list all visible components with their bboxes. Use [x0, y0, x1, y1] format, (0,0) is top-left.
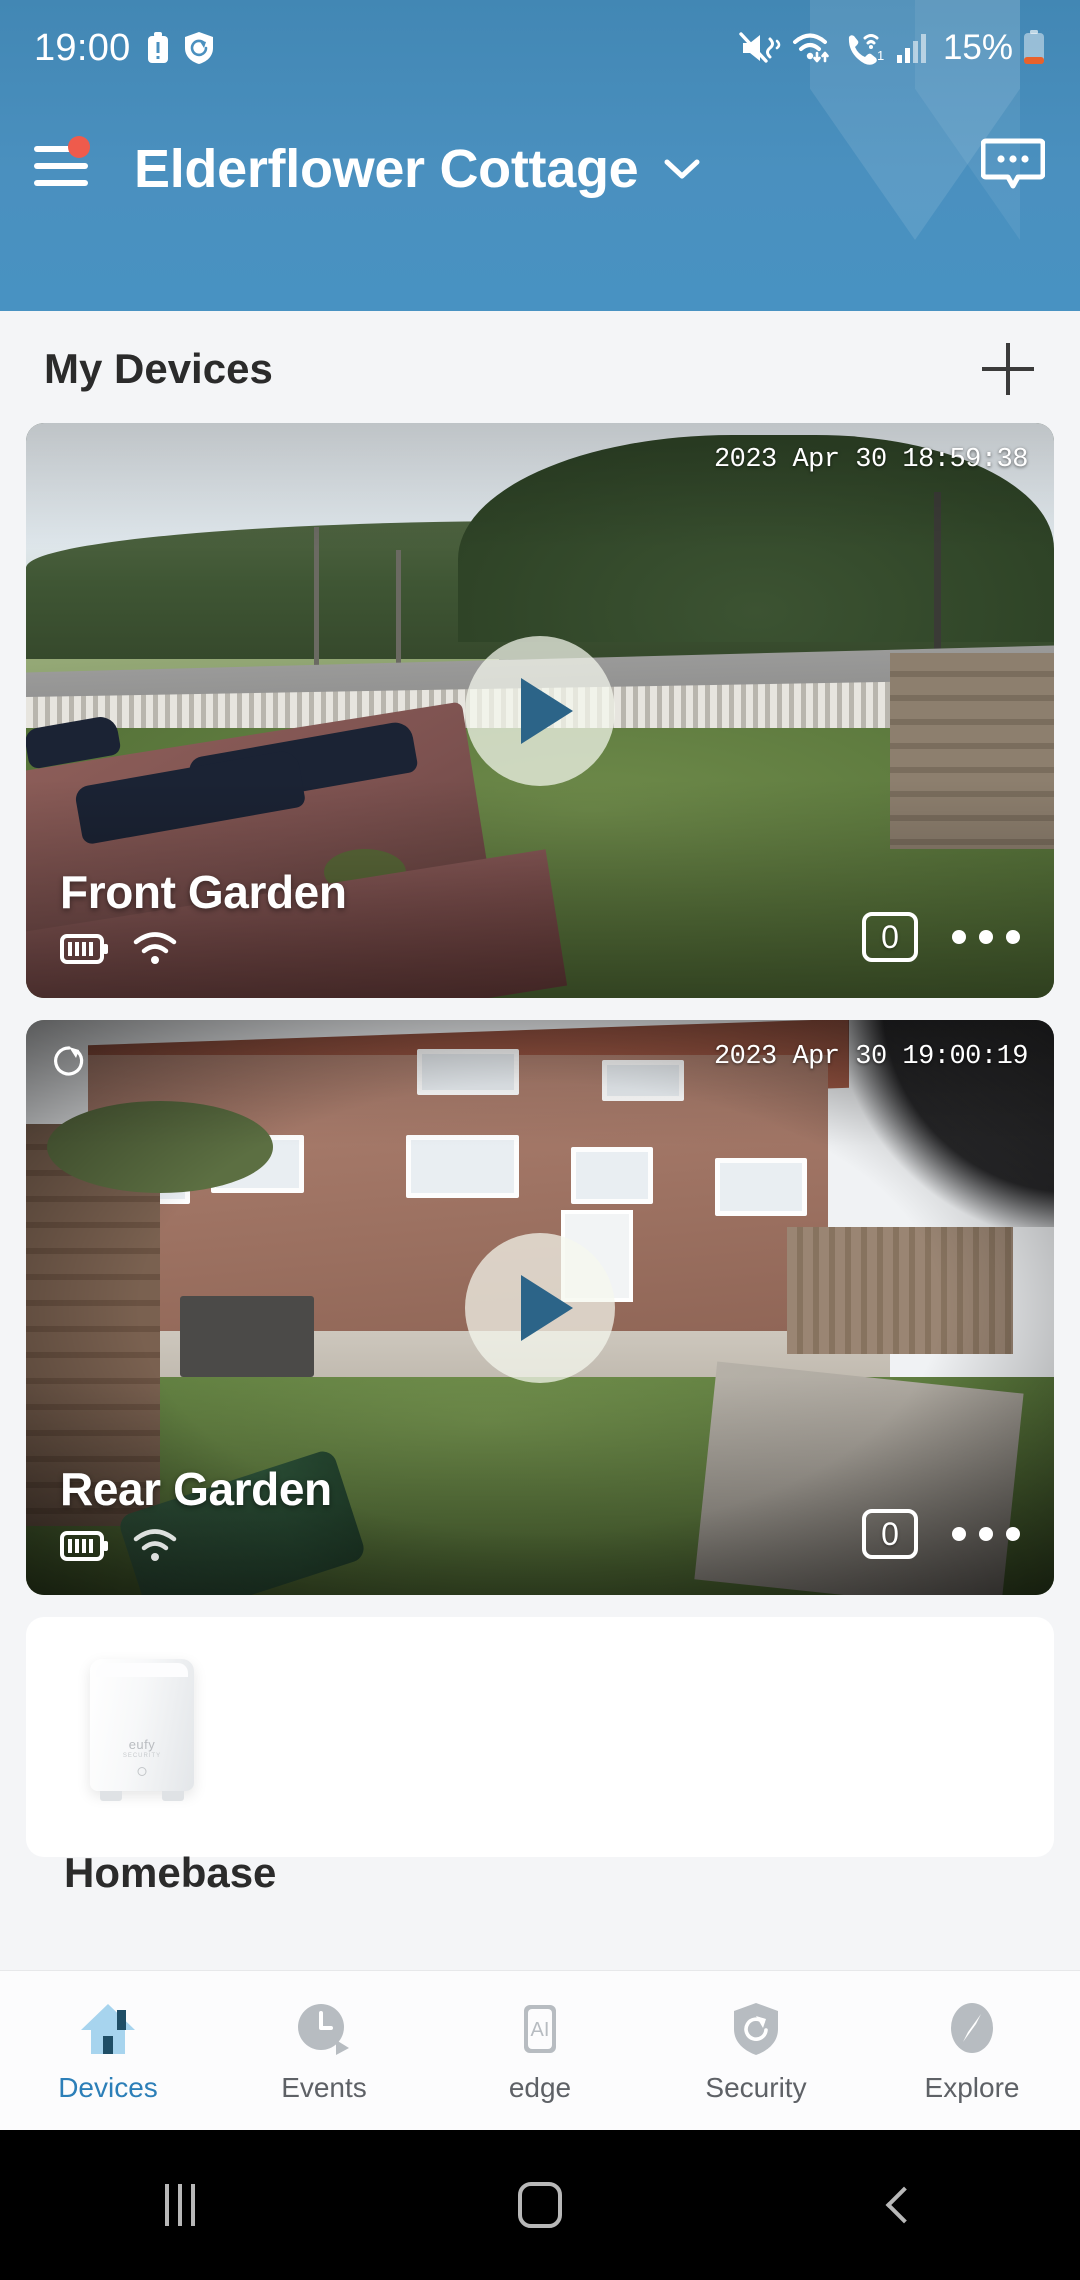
- app-header: 19:00: [0, 0, 1080, 311]
- hamburger-menu-icon[interactable]: [34, 144, 88, 188]
- svg-text:AI: AI: [531, 2019, 550, 2041]
- android-navigation-bar: [0, 2130, 1080, 2280]
- wifi-calling-icon: 1: [843, 31, 887, 65]
- nav-item-edge[interactable]: AI edge: [432, 1998, 648, 2104]
- more-options-icon[interactable]: [952, 930, 1020, 944]
- status-right-icons: 1 15%: [739, 28, 1046, 68]
- mute-vibrate-icon: [739, 31, 783, 65]
- page-title: Elderflower Cottage: [134, 139, 638, 199]
- chat-bubble-icon[interactable]: [980, 133, 1046, 199]
- camera-timestamp: 2023 Apr 30 19:00:19: [714, 1042, 1028, 1072]
- back-icon[interactable]: [720, 2192, 1080, 2218]
- nav-item-security[interactable]: Security: [648, 1998, 864, 2104]
- status-bar: 19:00: [0, 0, 1080, 96]
- nav-label: Events: [281, 2072, 367, 2104]
- home-button-icon[interactable]: [360, 2182, 720, 2228]
- nav-item-explore[interactable]: Explore: [864, 1998, 1080, 2104]
- led-indicator-icon: [138, 1767, 147, 1776]
- nav-label: edge: [509, 2072, 571, 2104]
- notification-dot: [68, 136, 90, 158]
- shield-icon: [183, 31, 215, 65]
- event-count-badge[interactable]: 0: [862, 912, 918, 962]
- event-count-badge[interactable]: 0: [862, 1509, 918, 1559]
- wifi-icon: [132, 1529, 178, 1568]
- play-icon[interactable]: [465, 1233, 615, 1383]
- status-time: 19:00: [34, 27, 131, 70]
- phone-screen: 19:00: [0, 0, 1080, 2280]
- homebase-brand: eufy: [90, 1737, 194, 1752]
- nav-item-devices[interactable]: Devices: [0, 1998, 216, 2104]
- device-card-rear-garden[interactable]: 2023 Apr 30 19:00:19 Rear Garden: [26, 1020, 1054, 1595]
- svg-text:1: 1: [877, 48, 884, 63]
- bottom-navigation: Devices Events AI edge: [0, 1970, 1080, 2130]
- status-left-icons: [147, 31, 215, 65]
- ai-icon: AI: [509, 1998, 571, 2060]
- card-footer: Rear Garden: [26, 1462, 1054, 1569]
- nav-label: Devices: [58, 2072, 158, 2104]
- play-icon[interactable]: [465, 636, 615, 786]
- app-bar: Elderflower Cottage: [0, 96, 1080, 236]
- signal-bars-icon: [896, 31, 930, 65]
- homebase-brand-sub: SECURITY: [90, 1753, 194, 1759]
- nav-label: Security: [705, 2072, 806, 2104]
- nav-item-events[interactable]: Events: [216, 1998, 432, 2104]
- home-icon: [77, 1998, 139, 2060]
- device-name: Front Garden: [60, 865, 862, 919]
- main-content: My Devices 2023: [0, 311, 1080, 1970]
- card-footer: Front Garden: [26, 865, 1054, 972]
- wifi-icon: [132, 932, 178, 971]
- battery-alert-icon: [147, 32, 169, 64]
- camera-timestamp: 2023 Apr 30 18:59:38: [714, 445, 1028, 475]
- battery-low-icon: [1022, 30, 1046, 66]
- recents-icon[interactable]: [0, 2184, 360, 2226]
- device-name: Rear Garden: [60, 1462, 862, 1516]
- clock-icon: [293, 1998, 355, 2060]
- compass-icon: [941, 1998, 1003, 2060]
- add-device-button[interactable]: [980, 341, 1036, 397]
- homebase-image: eufy SECURITY: [90, 1651, 194, 1801]
- shield-icon: [725, 1998, 787, 2060]
- home-selector[interactable]: Elderflower Cottage: [134, 132, 701, 200]
- battery-percent: 15%: [943, 28, 1013, 68]
- nav-label: Explore: [925, 2072, 1020, 2104]
- section-title: My Devices: [44, 345, 273, 393]
- device-card-homebase[interactable]: eufy SECURITY Homebase: [26, 1617, 1054, 1857]
- chevron-down-icon: [663, 132, 701, 194]
- wifi-icon: [792, 31, 834, 65]
- timer-icon: [52, 1044, 86, 1083]
- section-header: My Devices: [0, 311, 1080, 423]
- battery-full-icon: [60, 1528, 110, 1569]
- more-options-icon[interactable]: [952, 1527, 1020, 1541]
- device-card-front-garden[interactable]: 2023 Apr 30 18:59:38 Front Garden: [26, 423, 1054, 998]
- device-name: Homebase: [64, 1849, 276, 1897]
- battery-full-icon: [60, 931, 110, 972]
